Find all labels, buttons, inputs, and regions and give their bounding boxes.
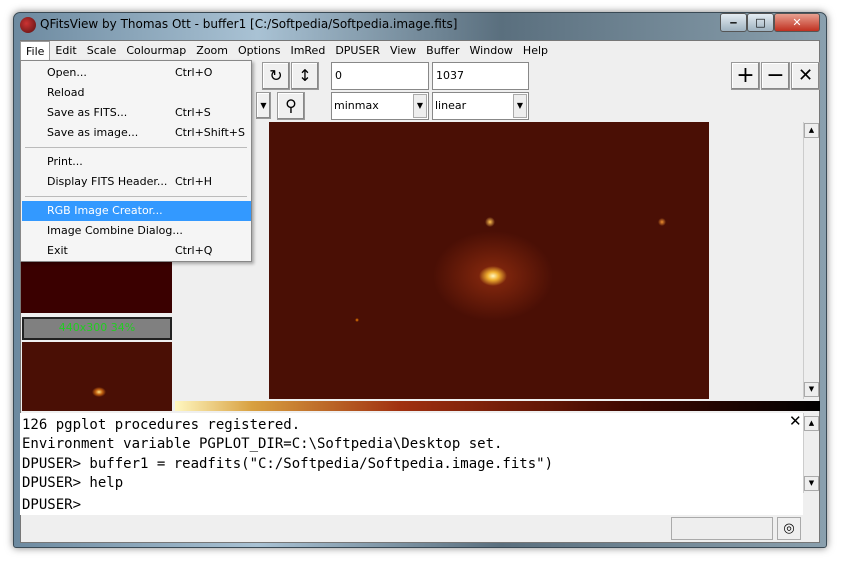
app-icon (20, 17, 36, 33)
menu-imred[interactable]: ImRed (285, 41, 330, 61)
menu-scale[interactable]: Scale (82, 41, 122, 61)
menu-item-open[interactable]: Open... Ctrl+O (22, 63, 251, 83)
image-scrollbar[interactable]: ▲ ▼ (803, 122, 819, 399)
menu-dpuser[interactable]: DPUSER (330, 41, 385, 61)
menu-separator (25, 147, 247, 148)
menubar: File Edit Scale Colourmap Zoom Options I… (20, 41, 820, 61)
console-scrollbar[interactable]: ▲ ▼ (803, 413, 819, 493)
max-value-input[interactable]: 1037 (432, 62, 529, 90)
maximize-button[interactable]: □ (747, 13, 774, 32)
menu-item-exit[interactable]: Exit Ctrl+Q (22, 241, 251, 261)
zoom-tool-icon[interactable]: ⚲ (277, 92, 305, 120)
file-menu: Open... Ctrl+O Reload Save as FITS... Ctrl… (20, 60, 252, 262)
menu-item-image-combine[interactable]: Image Combine Dialog... (22, 221, 251, 241)
menu-item-print[interactable]: Print... (22, 152, 251, 172)
menu-edit[interactable]: Edit (50, 41, 81, 61)
thumbnail-image[interactable] (22, 342, 172, 411)
fits-image-view[interactable] (269, 122, 709, 399)
dropdown-arrow-icon[interactable]: ▼ (256, 92, 271, 119)
menu-help[interactable]: Help (518, 41, 553, 61)
chevron-down-icon: ▼ (513, 94, 527, 118)
rotate-button[interactable]: ↻ (262, 62, 290, 90)
dpuser-console[interactable]: 126 pgplot procedures registered. Environ… (20, 413, 803, 515)
menu-item-reload[interactable]: Reload (22, 83, 251, 103)
scroll-up-icon[interactable]: ▲ (804, 123, 819, 138)
close-window-button[interactable]: ✕ (774, 13, 820, 32)
menu-separator (25, 196, 247, 197)
scroll-down-icon[interactable]: ▼ (804, 476, 819, 491)
menu-zoom[interactable]: Zoom (191, 41, 233, 61)
colour-bar (175, 401, 820, 411)
thumbnail-label: 440x300 34% (22, 317, 172, 340)
window-title: QFitsView by Thomas Ott - buffer1 [C:/So… (40, 17, 458, 31)
menu-options[interactable]: Options (233, 41, 285, 61)
menu-view[interactable]: View (385, 41, 421, 61)
chevron-down-icon: ▼ (413, 94, 427, 118)
menu-buffer[interactable]: Buffer (421, 41, 464, 61)
menu-item-save-fits[interactable]: Save as FITS... Ctrl+S (22, 103, 251, 123)
scale-mode-select[interactable]: minmax ▼ (331, 92, 429, 120)
status-field (671, 517, 773, 540)
scroll-up-icon[interactable]: ▲ (804, 416, 819, 431)
menu-item-rgb-creator[interactable]: RGB Image Creator... (22, 201, 251, 221)
menu-item-fits-header[interactable]: Display FITS Header... Ctrl+H (22, 172, 251, 192)
menu-file[interactable]: File (20, 41, 51, 61)
min-value-input[interactable]: 0 (331, 62, 429, 90)
flip-button[interactable]: ↕ (291, 62, 319, 90)
menu-colourmap[interactable]: Colourmap (121, 41, 191, 61)
scroll-down-icon[interactable]: ▼ (804, 382, 819, 397)
menu-item-save-image[interactable]: Save as image... Ctrl+Shift+S (22, 123, 251, 143)
menu-window[interactable]: Window (465, 41, 518, 61)
zoom-in-button[interactable]: + (731, 62, 760, 90)
mpe-logo-icon: ◎ (777, 517, 801, 540)
minimize-button[interactable]: ‒ (720, 13, 747, 32)
close-console-icon[interactable]: ✕ (789, 412, 802, 430)
zoom-out-button[interactable]: − (761, 62, 790, 90)
close-view-button[interactable]: ✕ (791, 62, 820, 90)
scale-type-select[interactable]: linear ▼ (432, 92, 529, 120)
